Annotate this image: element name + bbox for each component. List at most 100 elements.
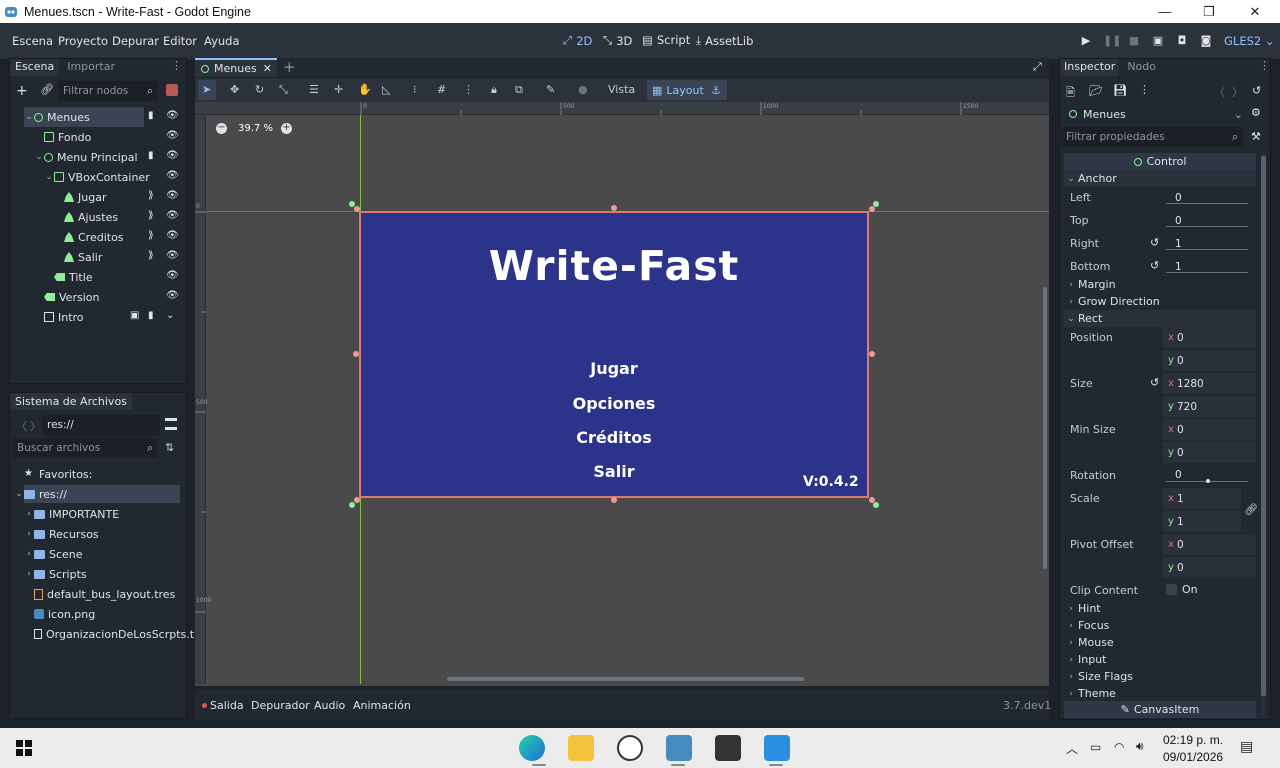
pivot-y-field[interactable]: y0 (1163, 557, 1256, 578)
script-icon[interactable]: ▮ (148, 150, 154, 161)
chevron-down-icon[interactable]: ⌄ (34, 152, 44, 162)
history-icon[interactable]: ↺ (1252, 84, 1261, 97)
tab-escena[interactable]: Escena (10, 59, 60, 76)
scale-y-field[interactable]: y1 (1163, 511, 1241, 532)
script-icon[interactable]: ▮ (148, 310, 154, 321)
scene-tree-node[interactable]: Intro (34, 307, 84, 327)
visibility-eye-icon[interactable]: 👁︎ (166, 130, 179, 141)
play-custom-scene-icon[interactable]: ◘ (1175, 34, 1189, 48)
save-resource-icon[interactable]: 💾︎ (1113, 84, 1127, 97)
filesystem-item[interactable]: icon.png (24, 604, 95, 624)
play-icon[interactable]: ▶ (1079, 34, 1093, 48)
horizontal-scrollbar[interactable] (447, 677, 804, 681)
scene-tree-node[interactable]: ⌄ Menues (24, 107, 89, 127)
back-icon[interactable]: 〈 (16, 418, 27, 434)
visibility-eye-icon[interactable]: 👁︎ (166, 250, 179, 261)
scene-filter-input[interactable]: Filtrar nodos ⌕ (58, 81, 158, 101)
script-attach-icon[interactable] (166, 84, 178, 96)
scene-tree-node[interactable]: Title (44, 267, 93, 287)
scale-x-field[interactable]: x1 (1163, 488, 1241, 509)
tab-importar[interactable]: Importar (59, 59, 123, 76)
tab-audio[interactable]: Audio (314, 699, 345, 712)
anchor-left-value[interactable]: 0 (1163, 188, 1256, 208)
section-mouse[interactable]: › Mouse (1064, 634, 1256, 651)
scene-tree-node[interactable]: Fondo (34, 127, 91, 147)
visibility-eye-icon[interactable]: 👁︎ (166, 110, 179, 121)
battery-icon[interactable]: ▭ (1090, 740, 1101, 754)
chevron-icon[interactable]: › (24, 549, 34, 559)
link-scale-icon[interactable]: 🔗︎ (1244, 503, 1258, 516)
selection-handles[interactable] (345, 198, 885, 512)
file-explorer-icon[interactable] (568, 735, 594, 761)
pivot-x-field[interactable]: x0 (1163, 534, 1256, 555)
object-properties-icon[interactable]: ⚙︎ (1251, 106, 1261, 119)
tab-inspector[interactable]: Inspector (1060, 59, 1120, 76)
visibility-icon[interactable]: ● (578, 83, 588, 96)
list-select-icon[interactable]: ☰ (309, 83, 319, 96)
close-tab-icon[interactable]: ✕ (263, 62, 272, 75)
min-size-x-field[interactable]: x0 (1163, 419, 1256, 440)
min-size-y-field[interactable]: y0 (1163, 442, 1256, 463)
move-tool-icon[interactable]: ✥ (230, 83, 239, 96)
itch-icon[interactable] (715, 735, 741, 761)
play-scene-icon[interactable]: ▣ (1151, 34, 1165, 48)
chevron-down-icon[interactable]: ⌄ (24, 112, 34, 122)
layout-menu[interactable]: ▦ Layout ⚓︎ (647, 80, 727, 100)
add-node-icon[interactable]: + (16, 83, 28, 99)
chevron-down-icon[interactable]: ⌄ (44, 172, 54, 182)
workspace-2d-button[interactable]: ⤢ 2D (563, 33, 592, 48)
edge-icon[interactable] (519, 735, 545, 761)
filesystem-item[interactable]: › IMPORTANTE (24, 504, 119, 524)
anchor-right-value[interactable]: 1 (1163, 234, 1256, 254)
visibility-eye-icon[interactable]: 👁︎ (166, 190, 179, 201)
clapper-icon[interactable]: ▣ (130, 310, 139, 321)
split-view-icon[interactable] (165, 418, 177, 430)
anchor-top-value[interactable]: 0 (1163, 211, 1256, 231)
menu-ayuda[interactable]: Ayuda (204, 34, 240, 48)
menu-escena[interactable]: Escena (12, 34, 53, 48)
revert-icon[interactable]: ↺ (1150, 236, 1159, 249)
filesystem-path-input[interactable]: res:// (42, 415, 160, 435)
filesystem-item[interactable]: › Recursos (24, 524, 98, 544)
history-forward-icon[interactable]: 〉 (1232, 84, 1243, 100)
zoom-out-icon[interactable]: − (216, 123, 227, 134)
signal-icon[interactable]: ⟫ (148, 250, 154, 261)
smart-snap-icon[interactable]: ⁝ (413, 83, 417, 96)
script-icon[interactable]: ▮ (148, 110, 154, 121)
volume-icon[interactable]: 🔊︎ (1136, 739, 1144, 754)
snap-options-icon[interactable]: ⋮ (463, 83, 474, 96)
menu-editor[interactable]: Editor (163, 34, 197, 48)
renderer-select[interactable]: GLES2 ⌄ (1224, 34, 1275, 48)
maximize-button[interactable]: ❐ (1186, 0, 1232, 23)
chevron-icon[interactable]: › (24, 569, 34, 579)
view-menu[interactable]: Vista (608, 83, 635, 96)
notifications-icon[interactable]: ▤ (1240, 739, 1253, 755)
dock-menu-icon[interactable]: ⋮ (171, 59, 186, 76)
filesystem-item[interactable]: › Scripts (24, 564, 86, 584)
tab-depurador[interactable]: Depurador (251, 699, 310, 712)
bone-icon[interactable]: ✎ (546, 83, 555, 96)
new-scene-tab-icon[interactable]: + (283, 58, 296, 76)
scene-tree-node[interactable]: Version (34, 287, 99, 307)
chevron-icon[interactable]: › (24, 509, 34, 519)
visibility-eye-icon[interactable]: 👁︎ (166, 170, 179, 181)
filesystem-search-input[interactable]: Buscar archivos ⌕ (12, 438, 158, 458)
close-window-button[interactable]: ✕ (1232, 0, 1278, 23)
vertical-scrollbar[interactable] (1043, 287, 1047, 569)
scene-tree-node[interactable]: Salir (54, 247, 102, 267)
tab-salida[interactable]: Salida (210, 699, 244, 712)
signal-icon[interactable]: ⟫ (148, 230, 154, 241)
grid-snap-icon[interactable]: # (437, 83, 446, 96)
workspace-3d-button[interactable]: ⤡ 3D (603, 33, 632, 48)
visibility-eye-icon[interactable]: 👁︎ (166, 210, 179, 221)
menu-depurar[interactable]: Depurar (112, 34, 159, 48)
filesystem-item[interactable]: ⌄ res:// (14, 484, 67, 504)
lock-icon[interactable]: 🔒︎ (491, 83, 497, 97)
minimize-button[interactable]: — (1142, 0, 1188, 23)
scale-tool-icon[interactable]: ⤡ (279, 83, 288, 97)
scene-tree-node[interactable]: Ajustes (54, 207, 118, 227)
chevron-icon[interactable]: ⌄ (14, 489, 24, 499)
open-resource-icon[interactable]: 📂︎ (1089, 84, 1103, 97)
windows-start-icon[interactable] (16, 740, 32, 756)
chevron-icon[interactable]: › (24, 529, 34, 539)
